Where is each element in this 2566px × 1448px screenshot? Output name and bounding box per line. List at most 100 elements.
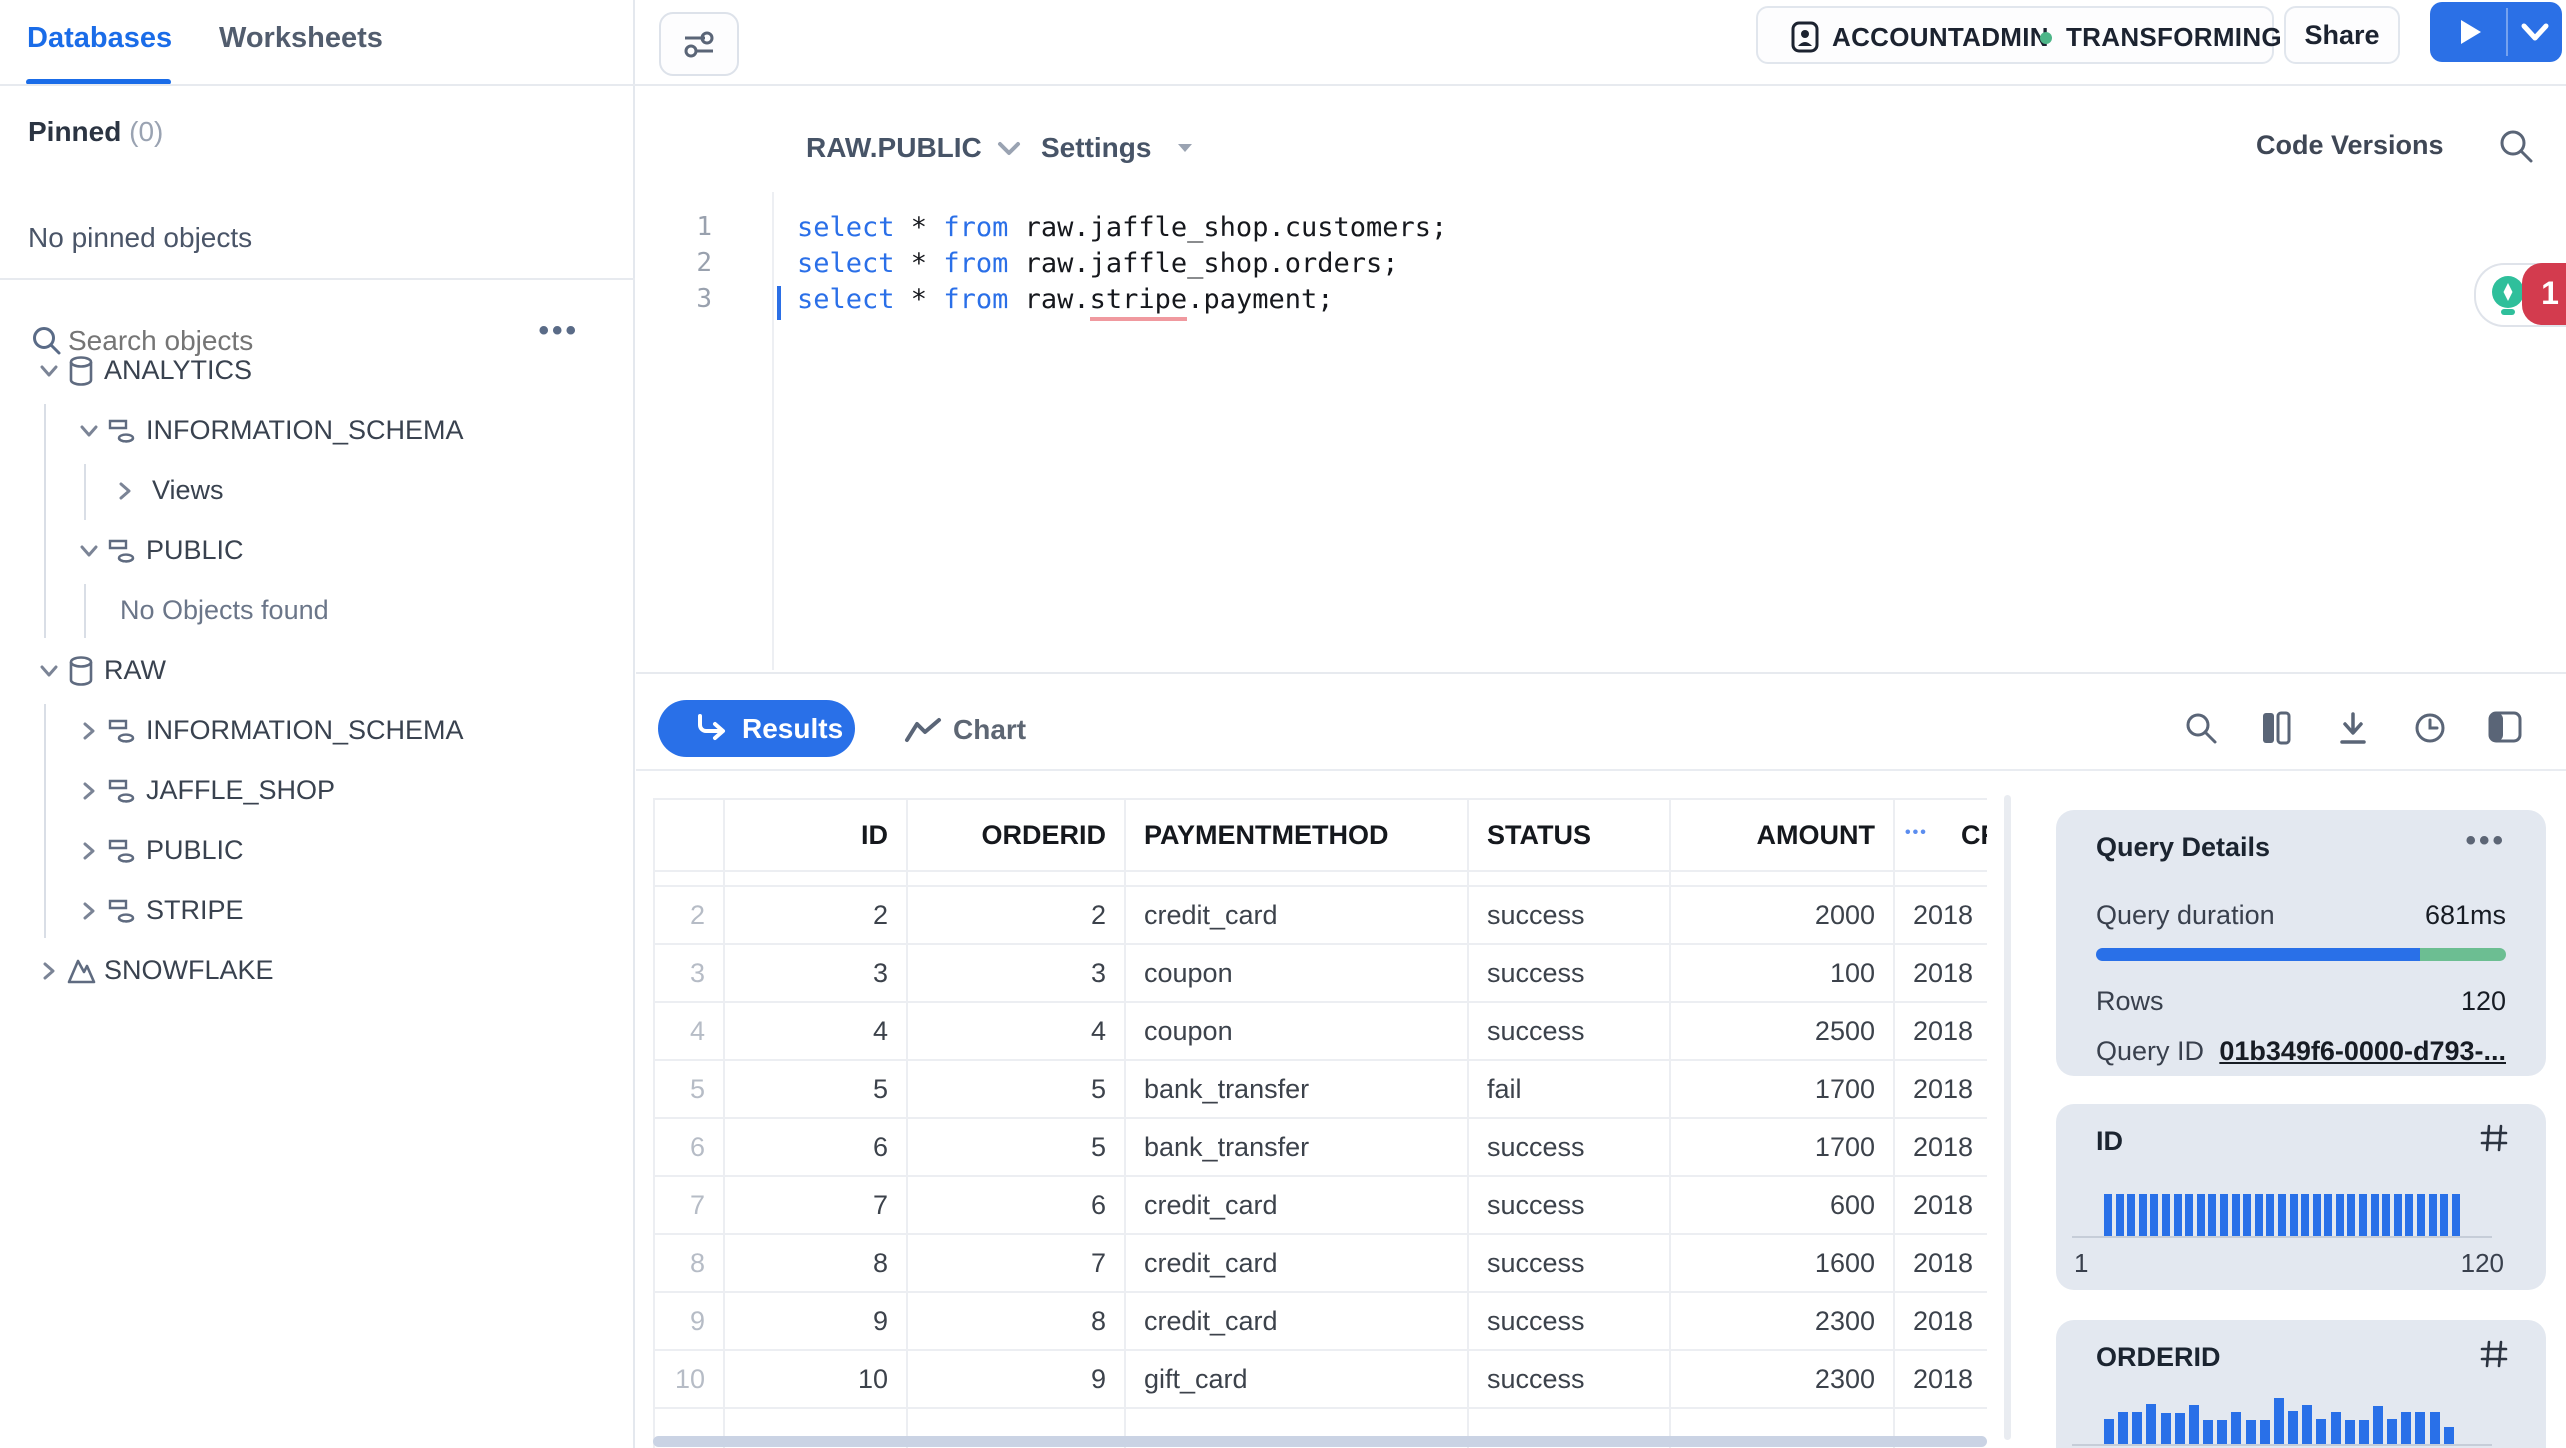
- editor-search-icon[interactable]: [2496, 126, 2536, 166]
- tree-item-public[interactable]: PUBLIC: [0, 821, 633, 881]
- table-cell[interactable]: success: [1469, 945, 1671, 1003]
- chevron-right-icon[interactable]: [112, 478, 138, 504]
- chevron-down-icon[interactable]: [36, 658, 62, 684]
- table-row[interactable]: 4 4 4 coupon success 2500 2018: [653, 1003, 1987, 1061]
- table-cell[interactable]: 2300: [1671, 1351, 1895, 1409]
- table-cell[interactable]: 2018: [1895, 1061, 1987, 1119]
- tree-item-views[interactable]: Views: [0, 461, 633, 521]
- table-cell[interactable]: 4: [908, 1003, 1126, 1061]
- table-cell[interactable]: bank_transfer: [1126, 1119, 1469, 1177]
- table-row[interactable]: 2 2 2 credit_card success 2000 2018: [653, 887, 1987, 945]
- table-cell[interactable]: coupon: [1126, 945, 1469, 1003]
- table-cell[interactable]: 2018: [1895, 1235, 1987, 1293]
- table-cell[interactable]: bank_transfer: [1126, 1061, 1469, 1119]
- table-cell[interactable]: success: [1469, 1235, 1671, 1293]
- row-number[interactable]: 10: [653, 1351, 725, 1409]
- table-cell[interactable]: 2018: [1895, 1119, 1987, 1177]
- column-header-ID[interactable]: ID: [725, 798, 908, 872]
- chevron-right-icon[interactable]: [36, 958, 62, 984]
- editor-settings-dropdown[interactable]: Settings: [1041, 132, 1195, 164]
- code-line[interactable]: select * from raw.jaffle_shop.customers;: [797, 212, 1447, 243]
- column-stats-card-id[interactable]: ID 1 120: [2056, 1104, 2546, 1290]
- table-cell[interactable]: 9: [725, 1293, 908, 1351]
- row-number[interactable]: 8: [653, 1235, 725, 1293]
- chevron-down-icon[interactable]: [76, 418, 102, 444]
- table-cell[interactable]: 2000: [1671, 887, 1895, 945]
- table-cell[interactable]: credit_card: [1126, 1293, 1469, 1351]
- table-cell[interactable]: 2018: [1895, 1293, 1987, 1351]
- context-selector-button[interactable]: ACCOUNTADMIN TRANSFORMING: [1756, 6, 2282, 64]
- table-cell[interactable]: success: [1469, 1177, 1671, 1235]
- tab-worksheets[interactable]: Worksheets: [219, 22, 383, 55]
- row-number[interactable]: 5: [653, 1061, 725, 1119]
- tree-item-stripe[interactable]: STRIPE: [0, 881, 633, 941]
- column-stats-card-orderid[interactable]: ORDERID: [2056, 1320, 2546, 1448]
- table-cell[interactable]: 5: [908, 1061, 1126, 1119]
- share-button[interactable]: Share: [2284, 6, 2400, 64]
- vertical-scrollbar[interactable]: [2004, 795, 2011, 1440]
- tree-item-analytics[interactable]: ANALYTICS: [0, 341, 633, 401]
- table-cell[interactable]: 4: [725, 1003, 908, 1061]
- table-cell[interactable]: fail: [1469, 1061, 1671, 1119]
- split-panel-icon[interactable]: [2487, 710, 2523, 746]
- table-cell[interactable]: 6: [725, 1119, 908, 1177]
- chevron-right-icon[interactable]: [76, 838, 102, 864]
- column-header-PAYMENTMETHOD[interactable]: PAYMENTMETHOD: [1126, 798, 1469, 872]
- chevron-right-icon[interactable]: [76, 718, 102, 744]
- row-number[interactable]: 3: [653, 945, 725, 1003]
- table-cell[interactable]: 2300: [1671, 1293, 1895, 1351]
- tab-chart[interactable]: Chart: [903, 706, 1063, 752]
- table-cell[interactable]: 2: [908, 887, 1126, 945]
- column-overflow-ellipsis-icon[interactable]: •••: [1905, 798, 1928, 868]
- table-cell[interactable]: 2018: [1895, 1003, 1987, 1061]
- table-row[interactable]: 8 8 7 credit_card success 1600 2018: [653, 1235, 1987, 1293]
- tree-item-information-schema[interactable]: INFORMATION_SCHEMA: [0, 401, 633, 461]
- code-line[interactable]: select * from raw.jaffle_shop.orders;: [797, 248, 1399, 279]
- run-button[interactable]: [2456, 17, 2484, 47]
- chevron-down-icon[interactable]: [36, 358, 62, 384]
- column-header-rownum[interactable]: [653, 798, 725, 872]
- table-cell[interactable]: 8: [908, 1293, 1126, 1351]
- horizontal-scrollbar[interactable]: [653, 1436, 1987, 1447]
- table-cell[interactable]: credit_card: [1126, 1177, 1469, 1235]
- table-cell[interactable]: 2: [725, 887, 908, 945]
- chevron-right-icon[interactable]: [76, 898, 102, 924]
- table-cell[interactable]: 8: [725, 1235, 908, 1293]
- table-cell[interactable]: 1700: [1671, 1119, 1895, 1177]
- tree-item-raw[interactable]: RAW: [0, 641, 633, 701]
- chevron-right-icon[interactable]: [76, 778, 102, 804]
- table-cell[interactable]: 2018: [1895, 887, 1987, 945]
- row-number[interactable]: 6: [653, 1119, 725, 1177]
- table-cell[interactable]: 5: [725, 1061, 908, 1119]
- tab-results[interactable]: Results: [658, 700, 855, 757]
- column-header-AMOUNT[interactable]: AMOUNT: [1671, 798, 1895, 872]
- table-cell[interactable]: success: [1469, 1003, 1671, 1061]
- chevron-down-icon[interactable]: [76, 538, 102, 564]
- table-row[interactable]: 3 3 3 coupon success 100 2018: [653, 945, 1987, 1003]
- table-cell[interactable]: 1700: [1671, 1061, 1895, 1119]
- tree-item-public[interactable]: PUBLIC: [0, 521, 633, 581]
- code-line[interactable]: select * from raw.stripe.payment;: [797, 284, 1334, 321]
- table-cell[interactable]: gift_card: [1126, 1351, 1469, 1409]
- table-cell[interactable]: 1600: [1671, 1235, 1895, 1293]
- table-cell[interactable]: success: [1469, 1119, 1671, 1177]
- table-cell[interactable]: 100: [1671, 945, 1895, 1003]
- row-number[interactable]: 9: [653, 1293, 725, 1351]
- table-cell[interactable]: 5: [908, 1119, 1126, 1177]
- table-cell[interactable]: 10: [725, 1351, 908, 1409]
- query-id-link[interactable]: 01b349f6-0000-d793-...: [2219, 1036, 2506, 1067]
- query-details-menu-icon[interactable]: •••: [2465, 824, 2506, 858]
- worksheet-filters-button[interactable]: [659, 12, 739, 76]
- table-cell[interactable]: coupon: [1126, 1003, 1469, 1061]
- table-cell[interactable]: 2018: [1895, 945, 1987, 1003]
- code-versions-button[interactable]: Code Versions: [2256, 130, 2444, 161]
- run-options-chevron-icon[interactable]: [2520, 22, 2550, 44]
- table-cell[interactable]: 9: [908, 1351, 1126, 1409]
- row-number[interactable]: 7: [653, 1177, 725, 1235]
- table-row[interactable]: 9 9 8 credit_card success 2300 2018: [653, 1293, 1987, 1351]
- table-cell[interactable]: credit_card: [1126, 887, 1469, 945]
- table-cell[interactable]: 6: [908, 1177, 1126, 1235]
- table-cell[interactable]: credit_card: [1126, 1235, 1469, 1293]
- history-icon[interactable]: [2412, 710, 2448, 746]
- column-header-ORDERID[interactable]: ORDERID: [908, 798, 1126, 872]
